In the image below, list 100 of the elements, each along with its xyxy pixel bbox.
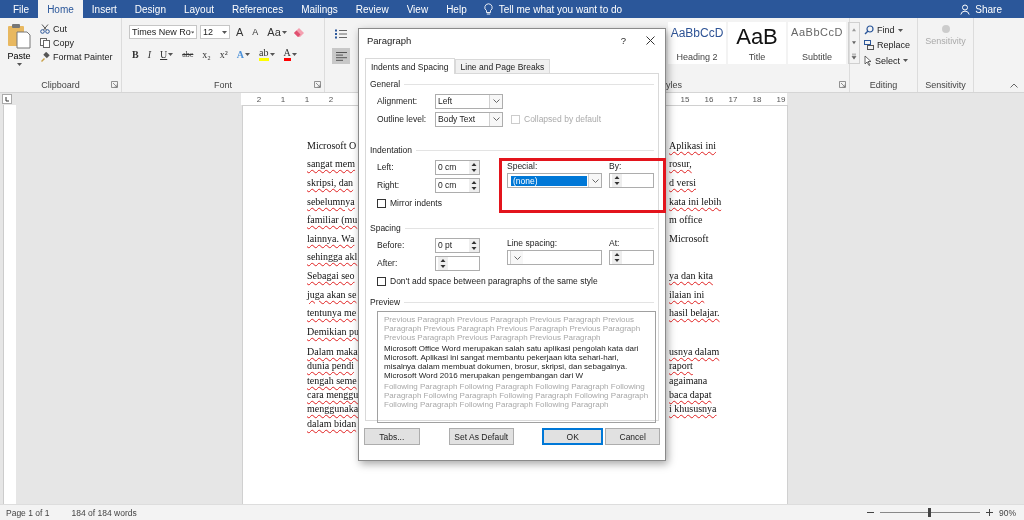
field-label: Left: [377,162,395,172]
ribbon-tab[interactable]: Mailings [292,0,347,18]
zoom-out-icon[interactable] [867,509,874,516]
tab-selector-icon[interactable] [2,94,12,104]
clipboard-button[interactable]: Copy [38,37,115,49]
collapse-icon[interactable] [1010,83,1018,88]
eraser-icon[interactable] [292,26,305,38]
dialog-button[interactable]: OK [541,428,604,445]
clipboard-button[interactable]: Cut [38,23,115,35]
select-button[interactable]: Select [862,54,917,67]
close-icon[interactable] [646,35,655,45]
dialog-button[interactable]: Cancel [605,428,660,445]
font-size-field[interactable]: 12 [200,25,230,39]
italic-button[interactable]: I [144,47,154,61]
underline-button[interactable]: U [157,47,177,61]
field-label: Special: [507,161,539,171]
chevron-icon [492,117,500,121]
dialog-tab[interactable]: Indents and Spacing [365,58,455,74]
caret-icon [16,63,22,66]
word-count[interactable]: 184 of 184 words [71,507,137,518]
font-color-button[interactable]: A [280,46,300,62]
spin-field[interactable]: 0 cm [435,177,480,193]
spinner-icon[interactable] [469,178,479,192]
tell-me-field[interactable]: Tell me what you want to do [498,3,623,15]
dropdown[interactable]: (none) [507,173,602,188]
dialog-button[interactable]: Tabs... [364,428,420,445]
spin-field[interactable] [609,250,654,265]
caret-icon [897,28,903,32]
bold-button[interactable]: B [129,47,142,61]
ribbon-tab[interactable]: References [223,0,293,18]
field-label: By: [609,161,623,171]
paragraph-text: sangat mem [307,158,357,170]
checkbox[interactable] [377,276,386,286]
ruler-number: 1 [279,94,287,104]
paragraph-text: dalam bidan [307,417,358,429]
dialog-tab[interactable]: Line and Page Breaks [454,59,551,73]
spinner-icon[interactable] [469,238,479,252]
cursor-icon [864,55,872,66]
zoom-in-icon[interactable] [986,509,993,516]
subscript-button[interactable]: x₂ [199,47,214,61]
preview-text: Microsoft Office Word merupakan salah satu aplikasi pengolah kata dari Microsoft. Aplikasi ini sangat membantu pekerjaan kita sehari-hari, misalnya dalam membuat dokumen, brosur, skripsi, dan sebagainya. Microsoft Word 2016 merupakan pengembangan dari W [384,344,640,380]
ribbon-tab[interactable]: Design [125,0,175,18]
ribbon-tab[interactable]: File [4,0,39,18]
group-label: yles [666,80,682,90]
replace-button[interactable]: Replace [862,39,917,51]
paragraph-text: sebelumnya [307,195,356,207]
ruler-number: 16 [703,94,715,104]
clipboard-icon [7,23,31,49]
clipboard-button[interactable]: Format Painter [38,51,115,63]
help-button[interactable]: ? [620,34,626,46]
dialog-button[interactable]: Set As Default [448,428,514,445]
shrink-font-button[interactable]: A [249,26,262,38]
paragraph-text: raport [669,360,693,372]
paragraph-text: Microsoft O [307,139,358,151]
preview-text: Following Paragraph Following Paragraph Following Paragraph Following Paragraph Following Paragraph Following Paragraph Following Paragraph Following Paragraph Following Paragraph Following Paragraph [384,382,649,409]
field-label: Line spacing: [507,238,559,248]
superscript-button[interactable]: x² [216,47,231,61]
ribbon-tab[interactable]: Insert [82,0,126,18]
checkbox[interactable] [377,198,386,208]
page-count[interactable]: Page 1 of 1 [6,507,50,518]
find-button[interactable]: Find [862,24,917,36]
style-tile[interactable]: AaBbCcD Subtitle [788,22,846,64]
ribbon-tab[interactable]: Layout [174,0,223,18]
ribbon-tab[interactable]: View [397,0,438,18]
gallery-scroll[interactable] [848,22,860,64]
dialog-launcher-icon[interactable] [839,81,846,88]
font-name-field[interactable]: Times New Ro [129,25,197,39]
group-label: Sensitivity [925,80,966,90]
paragraph-text: d versi [669,177,696,188]
dropdown[interactable]: Left [435,93,503,109]
scissors-icon [40,24,50,34]
dropdown[interactable]: Body Text [435,111,503,127]
spinner-icon[interactable] [612,251,622,264]
strikethrough-button[interactable]: abc [179,48,197,60]
paragraph-text: ilaian ini [669,288,705,300]
section-heading: Preview [370,297,401,307]
ribbon-tab[interactable]: Help [437,0,476,18]
dialog-launcher-icon[interactable] [314,81,321,88]
paragraph-text: tentunya me [307,307,358,319]
align-left-button[interactable] [332,48,350,64]
change-case-button[interactable]: Aa [264,25,290,39]
spin-field[interactable]: 0 cm [435,159,480,175]
dialog-launcher-icon[interactable] [111,81,118,88]
spin-field[interactable]: 0 pt [435,237,480,253]
zoom-level[interactable]: 90% [999,507,1016,518]
spin-field[interactable] [435,255,480,271]
highlight-button[interactable]: ab [256,46,278,62]
ribbon-tab[interactable]: Home [38,0,83,18]
spin-field[interactable] [609,173,654,188]
caret-icon [245,52,251,56]
paragraph-text: Microsoft [669,232,709,244]
spinner-icon[interactable] [612,174,622,187]
share-button[interactable]: Share [975,3,1002,15]
paste-button[interactable]: Paste [4,23,34,78]
dropdown[interactable] [507,250,602,265]
ribbon-tab[interactable]: Review [346,0,398,18]
style-tile[interactable]: AaB Title [728,22,786,64]
grow-font-button[interactable]: A [233,25,247,39]
spinner-icon[interactable] [469,160,479,174]
spinner-icon[interactable] [438,256,448,270]
